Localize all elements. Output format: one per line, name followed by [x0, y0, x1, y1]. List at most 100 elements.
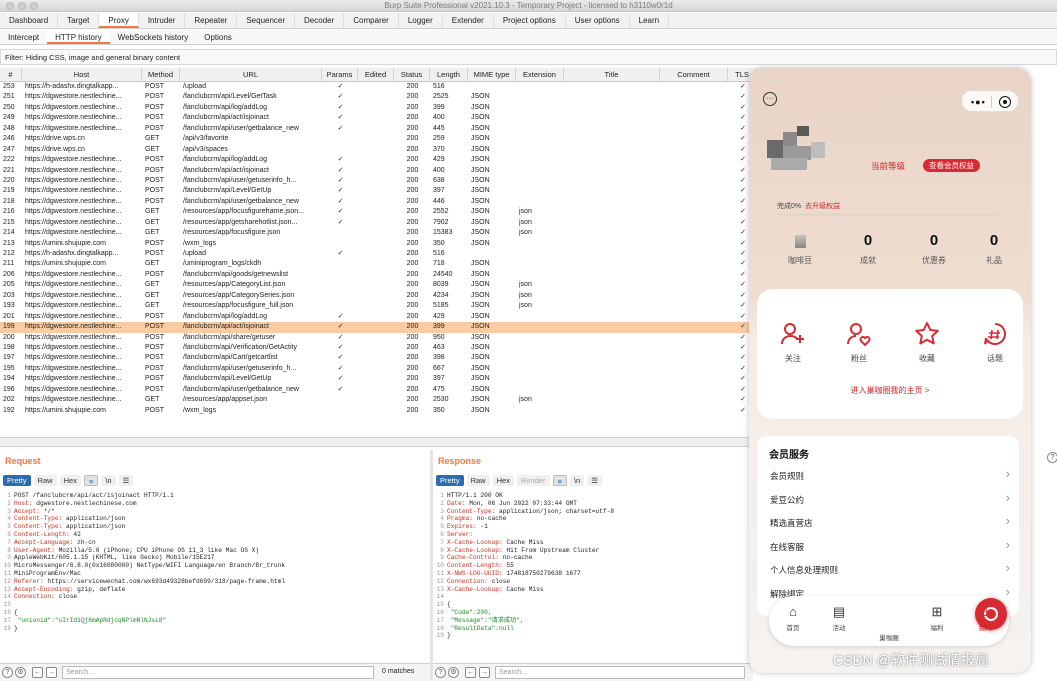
tab-project-options[interactable]: Project options: [494, 13, 566, 28]
help-icon[interactable]: ?: [2, 667, 13, 678]
stat-item[interactable]: 0 成就: [843, 232, 893, 266]
help-icon[interactable]: ?: [1047, 452, 1057, 463]
table-row[interactable]: 197 https://dgwestore.nestlechine... POST /…: [0, 353, 757, 363]
table-row[interactable]: 211 https://umini.shujupie.com GET/uminipr…: [0, 259, 757, 269]
tab-proxy[interactable]: Proxy: [99, 13, 139, 28]
table-row[interactable]: 201 https://dgwestore.nestlechine... POST /…: [0, 312, 757, 322]
back-icon[interactable]: ←: [32, 667, 43, 678]
action-follow[interactable]: 关注: [771, 321, 815, 364]
filter-bar[interactable]: Filter: Hiding CSS, image and general bi…: [0, 49, 1057, 65]
tab-learn[interactable]: Learn: [630, 13, 670, 28]
menu-icon[interactable]: ···: [763, 92, 777, 106]
table-row[interactable]: 247 https://drive.wps.cn GET/api/v3/spaces…: [0, 145, 757, 155]
response-search-input[interactable]: Search...: [495, 666, 745, 679]
table-row[interactable]: 212 https://h-adashx.dingtalkapp... POST/u…: [0, 249, 757, 259]
table-row[interactable]: 250 https://dgwestore.nestlechine... POST /…: [0, 103, 757, 113]
view-n-button[interactable]: \n: [569, 475, 585, 486]
view-vip-benefits-button[interactable]: 查看会员权益: [923, 159, 980, 172]
column-header[interactable]: URL: [180, 68, 322, 82]
tab-extender[interactable]: Extender: [443, 13, 494, 28]
view-render-button[interactable]: Render: [516, 475, 550, 486]
view-hex-button[interactable]: Hex: [59, 475, 81, 486]
table-row[interactable]: 246 https://drive.wps.cn GET/api/v3/favori…: [0, 134, 757, 144]
close-circle-icon[interactable]: [999, 96, 1011, 108]
window-controls[interactable]: [6, 2, 38, 10]
table-row[interactable]: 249 https://dgwestore.nestlechine... POST /…: [0, 113, 757, 123]
menu-icon[interactable]: ☰: [118, 475, 134, 486]
tab-target[interactable]: Target: [58, 13, 100, 28]
stat-item[interactable]: 0 优惠券: [909, 232, 959, 266]
service-item[interactable]: 爱豆公约: [770, 491, 1010, 507]
table-row[interactable]: 203 https://dgwestore.nestlechine... GET/r…: [0, 291, 757, 301]
wrap-icon[interactable]: ≡: [552, 475, 567, 486]
column-header[interactable]: Status: [394, 68, 430, 82]
column-header[interactable]: Extension: [516, 68, 564, 82]
column-header[interactable]: Title: [564, 68, 660, 82]
table-row[interactable]: 206 https://dgwestore.nestlechine... POST /…: [0, 270, 757, 280]
table-row[interactable]: 219 https://dgwestore.nestlechine... POST /…: [0, 186, 757, 196]
table-row[interactable]: 198 https://dgwestore.nestlechine... POST /…: [0, 343, 757, 353]
table-row[interactable]: 193 https://dgwestore.nestlechine... GET/r…: [0, 301, 757, 311]
splitter[interactable]: [0, 437, 757, 447]
action-star[interactable]: 收藏: [905, 321, 949, 364]
service-item[interactable]: 个人信息处理规则: [770, 561, 1010, 577]
my-home-link[interactable]: 进入巢咖圈我的主页 >: [757, 385, 1023, 396]
stat-item[interactable]: 0 礼品: [969, 232, 1019, 266]
view-n-button[interactable]: \n: [101, 475, 116, 486]
table-row[interactable]: 248 https://dgwestore.nestlechine... POST /…: [0, 124, 757, 134]
table-row[interactable]: 220 https://dgwestore.nestlechine... POST /…: [0, 176, 757, 186]
service-item[interactable]: 会员规则: [770, 467, 1010, 483]
tab-circle[interactable]: 巢咖圈: [871, 598, 1007, 642]
current-level-link[interactable]: 当前等级: [871, 160, 905, 172]
tab-dashboard[interactable]: Dashboard: [0, 13, 59, 28]
view-raw-button[interactable]: Raw: [33, 475, 57, 486]
tab-intruder[interactable]: Intruder: [139, 13, 186, 28]
table-row[interactable]: 202 https://dgwestore.nestlechine... GET/r…: [0, 395, 757, 405]
view-pretty-button[interactable]: Pretty: [3, 475, 31, 486]
upgrade-link[interactable]: 去升级权益: [805, 203, 840, 210]
column-header[interactable]: #: [0, 68, 22, 82]
table-row[interactable]: 253 https://h-adashx.dingtalkapp... POST/u…: [0, 82, 757, 92]
view-hex-button[interactable]: Hex: [492, 475, 514, 486]
column-header[interactable]: Edited: [358, 68, 394, 82]
service-item[interactable]: 精选直营店: [770, 514, 1010, 530]
column-header[interactable]: Comment: [660, 68, 728, 82]
avatar-blurred[interactable]: [767, 126, 837, 174]
table-row[interactable]: 215 https://dgwestore.nestlechine... GET/r…: [0, 218, 757, 228]
tab-home[interactable]: ⌂ 首页: [775, 604, 811, 632]
settings-icon[interactable]: ⚙: [15, 667, 26, 678]
tab-comparer[interactable]: Comparer: [344, 13, 399, 28]
table-row[interactable]: 192 https://umini.shujupie.com POST/wxm_lo…: [0, 406, 757, 416]
subtab-http-history[interactable]: HTTP history: [47, 30, 110, 44]
subtab-options[interactable]: Options: [196, 30, 240, 44]
action-fans[interactable]: 粉丝: [837, 321, 881, 364]
table-row[interactable]: 195 https://dgwestore.nestlechine... POST /…: [0, 364, 757, 374]
table-row[interactable]: 196 https://dgwestore.nestlechine... POST /…: [0, 385, 757, 395]
table-row[interactable]: 194 https://dgwestore.nestlechine... POST /…: [0, 374, 757, 384]
table-row[interactable]: 222 https://dgwestore.nestlechine... POST /…: [0, 155, 757, 165]
tab-calendar[interactable]: ▤ 活动: [821, 604, 857, 632]
subtab-intercept[interactable]: Intercept: [0, 30, 47, 44]
table-row[interactable]: 199 https://dgwestore.nestlechine... POST /…: [0, 322, 757, 333]
table-row[interactable]: 213 https://umini.shujupie.com POST/wxm_lo…: [0, 239, 757, 249]
tab-repeater[interactable]: Repeater: [185, 13, 238, 28]
tab-user-options[interactable]: User options: [566, 13, 630, 28]
column-header[interactable]: Length: [430, 68, 468, 82]
help-icon[interactable]: ?: [435, 667, 446, 678]
tab-person[interactable]: ♙ 我的: [967, 604, 1003, 632]
service-item[interactable]: 在线客服: [770, 538, 1010, 554]
back-icon[interactable]: ←: [465, 667, 476, 678]
table-row[interactable]: 205 https://dgwestore.nestlechine... GET/r…: [0, 280, 757, 290]
wrap-icon[interactable]: ≡: [83, 475, 99, 486]
request-search-input[interactable]: Search...: [62, 666, 374, 679]
table-row[interactable]: 221 https://dgwestore.nestlechine... POST /…: [0, 166, 757, 176]
miniprogram-capsule[interactable]: •●•: [961, 90, 1019, 112]
column-header[interactable]: Method: [142, 68, 180, 82]
table-row[interactable]: 200 https://dgwestore.nestlechine... POST /…: [0, 333, 757, 343]
subtab-websockets-history[interactable]: WebSockets history: [110, 30, 197, 44]
column-header[interactable]: Params: [322, 68, 358, 82]
tab-decoder[interactable]: Decoder: [295, 13, 345, 28]
forward-icon[interactable]: →: [46, 667, 57, 678]
menu-icon[interactable]: ☰: [587, 475, 602, 486]
response-editor[interactable]: 1 HTTP/1.1 200 OK 2 Date: Mon, 06 Jun 2022 …: [436, 492, 615, 640]
